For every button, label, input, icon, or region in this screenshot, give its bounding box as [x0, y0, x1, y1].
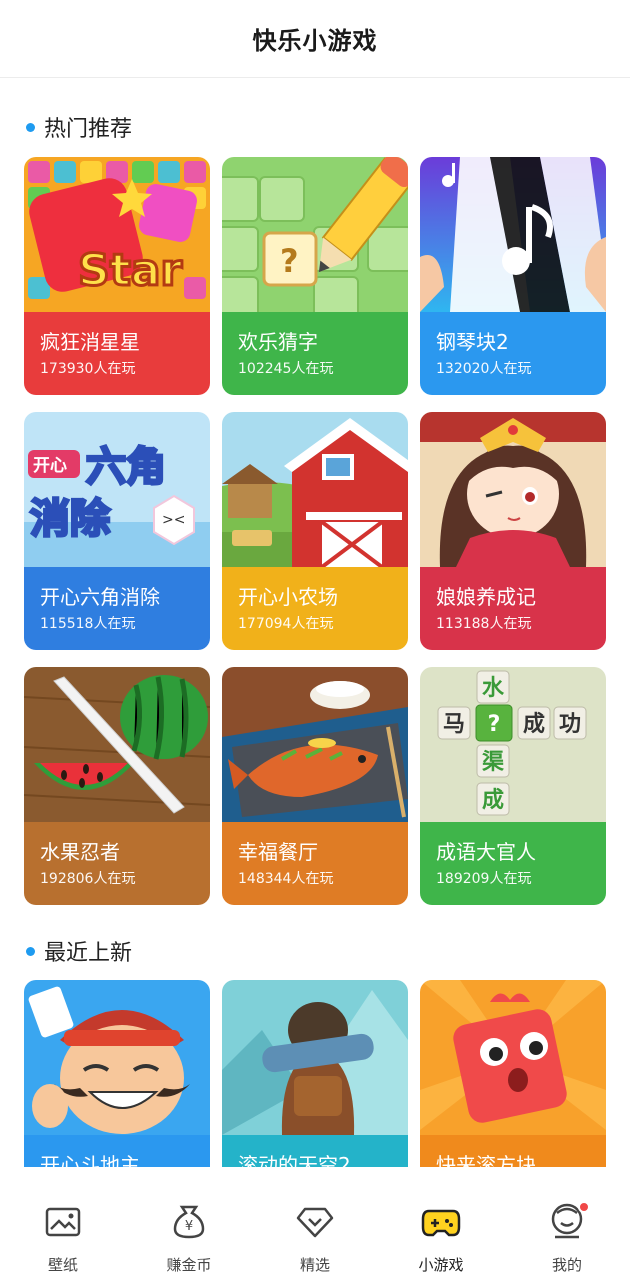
game-name: 娘娘养成记	[436, 585, 536, 609]
word-guess-art: ?	[222, 157, 408, 312]
card-info: 快来滚方块	[420, 1135, 606, 1167]
game-name: 疯狂消星星	[40, 330, 140, 354]
card-info: 钢琴块2 132020人在玩	[420, 312, 606, 395]
wallpaper-icon	[45, 1207, 81, 1237]
svg-text:><: ><	[162, 512, 185, 528]
piano-art	[420, 157, 606, 312]
section-title-new-label: 最近上新	[44, 941, 133, 966]
section-title-hot-label: 热门推荐	[44, 117, 133, 142]
game-card[interactable]: 水 马 ? 成 功 渠 成 成语大官人 189209人在玩	[420, 667, 606, 905]
game-name: 开心六角消除	[40, 585, 160, 609]
new-games-grid: 开心斗地主 滚动的天空2 快来滚方块	[24, 980, 606, 1167]
card-info: 开心六角消除 115518人在玩	[24, 567, 210, 650]
section-title-hot: 热门推荐	[26, 111, 132, 143]
landlord-art	[24, 980, 210, 1135]
rolling-sky-art	[222, 980, 408, 1135]
tab-earn-coins[interactable]: ¥ 赚金币	[126, 1167, 252, 1280]
game-card[interactable]: 开心小农场 177094人在玩	[222, 412, 408, 650]
card-info: 开心小农场 177094人在玩	[222, 567, 408, 650]
game-name: 欢乐猜字	[238, 330, 318, 354]
game-name: 钢琴块2	[436, 330, 509, 354]
svg-text:Star: Star	[78, 245, 182, 296]
player-count: 148344人在玩	[238, 871, 334, 887]
tab-label: 赚金币	[166, 1256, 212, 1274]
hot-games-grid: Star 疯狂消星星 173930人在玩 ? 欢乐猜字 102245人在玩 钢琴…	[24, 157, 606, 905]
section-dot-icon	[26, 122, 35, 132]
card-info: 疯狂消星星 173930人在玩	[24, 312, 210, 395]
tab-label: 精选	[299, 1256, 330, 1274]
card-info: 成语大官人 189209人在玩	[420, 822, 606, 905]
card-info: 幸福餐厅 148344人在玩	[222, 822, 408, 905]
tab-label: 我的	[551, 1256, 582, 1274]
player-count: 189209人在玩	[436, 871, 532, 887]
diamond-icon	[296, 1207, 334, 1238]
notification-badge	[578, 1201, 590, 1213]
player-count: 177094人在玩	[238, 616, 334, 632]
game-card[interactable]: 滚动的天空2	[222, 980, 408, 1167]
svg-text:成: 成	[523, 712, 545, 737]
game-card[interactable]: 开心斗地主	[24, 980, 210, 1167]
game-card[interactable]: 娘娘养成记 113188人在玩	[420, 412, 606, 650]
svg-text:水: 水	[482, 676, 505, 701]
game-card[interactable]: Star 疯狂消星星 173930人在玩	[24, 157, 210, 395]
gamepad-icon	[421, 1209, 461, 1237]
svg-text:六角: 六角	[86, 444, 166, 490]
watermelon-art	[24, 667, 210, 822]
idiom-art: 水 马 ? 成 功 渠 成	[420, 667, 606, 822]
game-name: 开心斗地主	[40, 1153, 140, 1167]
svg-text:马: 马	[443, 712, 465, 737]
tab-wallpaper[interactable]: 壁纸	[0, 1167, 126, 1280]
player-count: 132020人在玩	[436, 361, 532, 377]
section-title-new: 最近上新	[26, 935, 132, 967]
player-count: 115518人在玩	[40, 616, 136, 632]
svg-text:开心: 开心	[33, 456, 67, 476]
svg-text:¥: ¥	[185, 1219, 193, 1234]
game-card[interactable]: 开心 六角 消除 >< 开心六角消除 115518人在玩	[24, 412, 210, 650]
card-info: 水果忍者 192806人在玩	[24, 822, 210, 905]
bottom-tab-bar: 壁纸 ¥ 赚金币 精选 小游戏 我的	[0, 1167, 630, 1280]
game-card[interactable]: 水果忍者 192806人在玩	[24, 667, 210, 905]
farm-art	[222, 412, 408, 567]
tab-featured[interactable]: 精选	[252, 1167, 378, 1280]
game-name: 幸福餐厅	[238, 840, 318, 864]
card-info: 滚动的天空2	[222, 1135, 408, 1167]
tab-label: 小游戏	[418, 1256, 464, 1274]
player-count: 173930人在玩	[40, 361, 136, 377]
player-count: 192806人在玩	[40, 871, 136, 887]
restaurant-art	[222, 667, 408, 822]
svg-text:消除: 消除	[30, 496, 111, 542]
game-name: 快来滚方块	[436, 1153, 536, 1167]
svg-text:?: ?	[280, 242, 299, 280]
player-count: 113188人在玩	[436, 616, 532, 632]
princess-art	[420, 412, 606, 567]
game-list-scroll[interactable]: 热门推荐 Star 疯狂消星星 173930人在玩 ? 欢乐猜字 102245人…	[0, 79, 630, 1167]
coin-bag-icon: ¥	[173, 1205, 205, 1239]
svg-text:渠: 渠	[482, 749, 504, 775]
section-dot-icon	[26, 946, 35, 956]
game-name: 开心小农场	[238, 585, 338, 609]
tab-profile[interactable]: 我的	[504, 1167, 630, 1280]
tab-label: 壁纸	[47, 1256, 78, 1274]
tab-mini-games[interactable]: 小游戏	[378, 1167, 504, 1280]
game-card[interactable]: 快来滚方块	[420, 980, 606, 1167]
card-info: 欢乐猜字 102245人在玩	[222, 312, 408, 395]
game-card[interactable]: 幸福餐厅 148344人在玩	[222, 667, 408, 905]
game-card[interactable]: ? 欢乐猜字 102245人在玩	[222, 157, 408, 395]
svg-text:成: 成	[482, 788, 504, 813]
rolling-cube-art	[420, 980, 606, 1135]
game-name: 滚动的天空2	[238, 1153, 351, 1167]
game-name: 成语大官人	[436, 840, 536, 864]
page-title: 快乐小游戏	[252, 27, 378, 55]
game-name: 水果忍者	[40, 840, 120, 864]
svg-text:?: ?	[488, 712, 501, 737]
star-candy-art: Star	[24, 157, 210, 312]
player-count: 102245人在玩	[238, 361, 334, 377]
app-header: 快乐小游戏	[0, 0, 630, 78]
card-info: 开心斗地主	[24, 1135, 210, 1167]
card-info: 娘娘养成记 113188人在玩	[420, 567, 606, 650]
hexagon-art: 开心 六角 消除 ><	[24, 412, 210, 567]
game-card[interactable]: 钢琴块2 132020人在玩	[420, 157, 606, 395]
svg-text:功: 功	[559, 712, 581, 737]
